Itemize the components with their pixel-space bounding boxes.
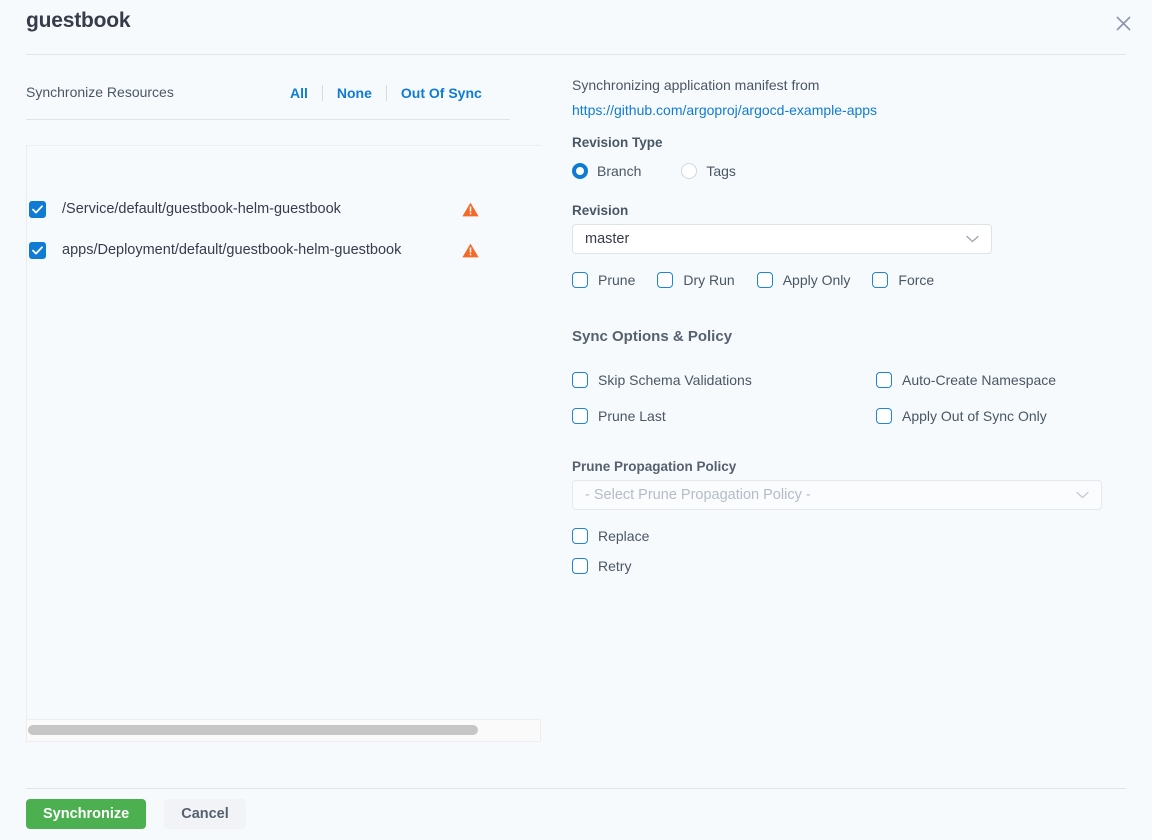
checkbox-prune-label: Prune (598, 272, 635, 288)
resource-checkbox[interactable] (29, 201, 46, 218)
checkbox-indicator (872, 272, 888, 288)
checkbox-prune-last[interactable]: Prune Last (572, 408, 666, 424)
resource-label: /Service/default/guestbook-helm-guestboo… (62, 201, 341, 217)
footer-divider (26, 788, 1126, 789)
checkbox-prune-last-label: Prune Last (598, 408, 666, 424)
checkbox-apply-out-of-sync-only[interactable]: Apply Out of Sync Only (876, 408, 1047, 424)
checkbox-indicator (572, 408, 588, 424)
checkbox-indicator (876, 408, 892, 424)
radio-indicator (572, 163, 588, 179)
sync-settings-panel: Synchronizing application manifest from … (560, 54, 1152, 754)
checkbox-skip-schema-validations-label: Skip Schema Validations (598, 372, 752, 388)
radio-tags-label: Tags (706, 163, 736, 179)
list-item[interactable]: apps/Deployment/default/guestbook-helm-g… (29, 236, 489, 264)
resource-checkbox[interactable] (29, 242, 46, 259)
resources-list: /Service/default/guestbook-helm-guestboo… (27, 146, 522, 719)
chevron-down-icon (966, 235, 979, 243)
checkbox-retry-label: Retry (598, 558, 631, 574)
checkbox-indicator (572, 272, 588, 288)
revision-type-label: Revision Type (572, 135, 663, 150)
prune-propagation-policy-placeholder: - Select Prune Propagation Policy - (585, 487, 1076, 503)
checkbox-skip-schema-validations[interactable]: Skip Schema Validations (572, 372, 752, 388)
checkbox-prune[interactable]: Prune (572, 272, 635, 288)
checkbox-apply-out-of-sync-only-label: Apply Out of Sync Only (902, 408, 1047, 424)
checkbox-indicator (657, 272, 673, 288)
dialog-footer: Synchronize Cancel (26, 799, 246, 829)
checkbox-dry-run[interactable]: Dry Run (657, 272, 734, 288)
checkbox-indicator (572, 528, 588, 544)
dialog-header: guestbook (0, 0, 1152, 54)
checkbox-auto-create-namespace[interactable]: Auto-Create Namespace (876, 372, 1056, 388)
synchronize-button[interactable]: Synchronize (26, 799, 146, 829)
resource-filter-links: All None Out Of Sync (276, 82, 496, 104)
checkbox-replace[interactable]: Replace (572, 528, 649, 544)
page-title: guestbook (26, 9, 130, 33)
warning-icon (461, 195, 479, 223)
close-icon[interactable] (1110, 10, 1136, 36)
prune-propagation-policy-label: Prune Propagation Policy (572, 459, 736, 474)
checkbox-force-label: Force (898, 272, 934, 288)
revision-select[interactable]: master (572, 224, 992, 254)
scrollbar-thumb[interactable] (28, 725, 478, 735)
radio-indicator (681, 163, 697, 179)
radio-branch[interactable]: Branch (572, 163, 641, 179)
checkbox-retry[interactable]: Retry (572, 558, 631, 574)
radio-tags[interactable]: Tags (681, 163, 736, 179)
synchronize-resources-header: Synchronize Resources All None Out Of Sy… (26, 82, 510, 120)
checkbox-indicator (757, 272, 773, 288)
resources-panel: Synchronize Resources All None Out Of Sy… (0, 54, 560, 754)
radio-branch-label: Branch (597, 163, 641, 179)
revision-select-value: master (585, 231, 966, 247)
manifest-source-label: Synchronizing application manifest from (572, 77, 819, 93)
checkbox-dry-run-label: Dry Run (683, 272, 734, 288)
sync-options-title: Sync Options & Policy (572, 328, 732, 345)
filter-out-of-sync-link[interactable]: Out Of Sync (387, 85, 496, 101)
chevron-down-icon (1076, 491, 1089, 499)
cancel-button[interactable]: Cancel (164, 799, 246, 829)
checkbox-indicator (572, 558, 588, 574)
revision-type-radio-group: Branch Tags (572, 161, 736, 181)
filter-all-link[interactable]: All (276, 85, 322, 101)
resource-label: apps/Deployment/default/guestbook-helm-g… (62, 242, 401, 258)
checkbox-replace-label: Replace (598, 528, 649, 544)
prune-propagation-policy-select[interactable]: - Select Prune Propagation Policy - (572, 480, 1102, 510)
checkbox-indicator (876, 372, 892, 388)
synchronize-resources-label: Synchronize Resources (26, 84, 174, 100)
checkbox-auto-create-namespace-label: Auto-Create Namespace (902, 372, 1056, 388)
manifest-source-url[interactable]: https://github.com/argoproj/argocd-examp… (572, 102, 877, 118)
inline-sync-flags: Prune Dry Run Apply Only Force (572, 272, 956, 288)
checkbox-force[interactable]: Force (872, 272, 934, 288)
filter-none-link[interactable]: None (323, 85, 386, 101)
resources-scroll-container: /Service/default/guestbook-helm-guestboo… (26, 145, 541, 720)
warning-icon (461, 236, 479, 264)
list-item[interactable]: /Service/default/guestbook-helm-guestboo… (29, 195, 489, 223)
revision-label: Revision (572, 203, 628, 218)
horizontal-scrollbar[interactable] (26, 720, 541, 742)
checkbox-apply-only-label: Apply Only (783, 272, 851, 288)
checkbox-indicator (572, 372, 588, 388)
checkbox-apply-only[interactable]: Apply Only (757, 272, 851, 288)
